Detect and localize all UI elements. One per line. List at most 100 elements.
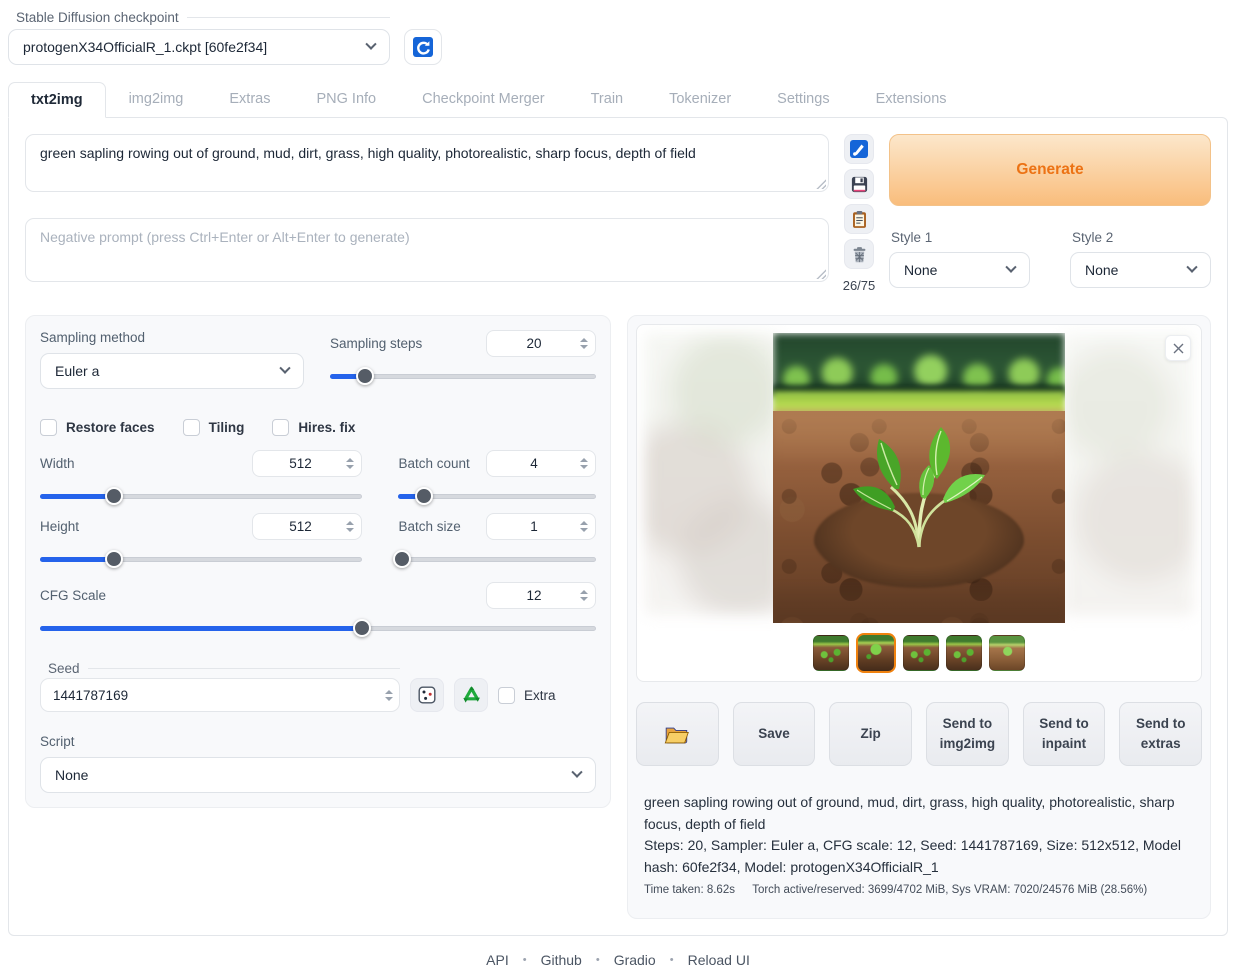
checkpoint-value: protogenX34OfficialR_1.ckpt [60fe2f34] (23, 39, 267, 55)
slider-thumb[interactable] (105, 487, 123, 505)
height-slider[interactable] (40, 550, 362, 568)
recycle-icon (461, 685, 482, 706)
chevron-down-icon (279, 363, 290, 374)
send-to-img2img-button[interactable]: Send to img2img (926, 702, 1009, 766)
styles-row: Style 1 None Style 2 None (889, 230, 1211, 288)
refresh-checkpoint-button[interactable] (404, 29, 442, 65)
save-style-button[interactable] (844, 169, 874, 199)
spinner-icons[interactable] (577, 451, 591, 476)
close-gallery-button[interactable] (1165, 335, 1191, 361)
spinner-icons[interactable] (577, 331, 591, 356)
batch-size-slider[interactable] (398, 550, 596, 568)
output-panel: Save Zip Send to img2img Send to inpaint… (627, 315, 1211, 919)
send-to-inpaint-button[interactable]: Send to inpaint (1023, 702, 1106, 766)
gallery-next-image[interactable] (1063, 333, 1193, 615)
cfg-scale-input[interactable]: 12 (486, 582, 596, 609)
tiling-checkbox[interactable]: Tiling (183, 419, 245, 436)
gallery-thumbnail[interactable] (946, 635, 982, 671)
tab-checkpoint-merger[interactable]: Checkpoint Merger (399, 81, 568, 117)
batch-count-label: Batch count (398, 456, 469, 471)
restore-faces-checkbox[interactable]: Restore faces (40, 419, 155, 436)
spinner-icons[interactable] (343, 451, 357, 476)
batch-count-slider[interactable] (398, 487, 596, 505)
apply-style-button[interactable] (844, 204, 874, 234)
style2-select[interactable]: None (1070, 252, 1211, 288)
settings-panel: Sampling method Euler a Sampling steps 2… (25, 315, 611, 808)
gallery-prev-image[interactable] (645, 333, 781, 615)
reuse-seed-button[interactable] (454, 678, 488, 712)
token-counter: 26/75 (843, 278, 876, 293)
batch-count-input[interactable]: 4 (486, 450, 596, 477)
chevron-down-icon (1186, 262, 1197, 273)
floppy-save-icon (850, 175, 869, 194)
batch-size-input[interactable]: 1 (486, 513, 596, 540)
output-actions: Save Zip Send to img2img Send to inpaint… (636, 702, 1202, 766)
tab-tokenizer[interactable]: Tokenizer (646, 81, 754, 117)
reload-ui-link[interactable]: Reload UI (688, 952, 750, 966)
clear-prompt-button[interactable] (844, 239, 874, 269)
bullet-separator: • (670, 954, 674, 966)
hires-fix-checkbox[interactable]: Hires. fix (272, 419, 355, 436)
style1-value: None (904, 262, 937, 278)
tab-train[interactable]: Train (568, 81, 647, 117)
spinner-icons[interactable] (577, 583, 591, 608)
style2-label: Style 2 (1070, 230, 1211, 245)
slider-thumb[interactable] (105, 550, 123, 568)
sampling-steps-input[interactable]: 20 (486, 330, 596, 357)
negative-prompt-input[interactable] (25, 218, 829, 282)
random-seed-button[interactable] (410, 678, 444, 712)
height-label: Height (40, 519, 79, 534)
tab-extras[interactable]: Extras (206, 81, 293, 117)
slider-thumb[interactable] (353, 619, 371, 637)
gallery-thumbnail[interactable] (813, 635, 849, 671)
gallery-thumbnail-selected[interactable] (856, 633, 896, 673)
zip-button[interactable]: Zip (829, 702, 912, 766)
slider-thumb[interactable] (356, 367, 374, 385)
slider-thumb[interactable] (393, 550, 411, 568)
sampling-steps-slider[interactable] (330, 367, 596, 385)
tab-img2img[interactable]: img2img (106, 81, 207, 117)
api-link[interactable]: API (486, 952, 509, 966)
clipboard-icon (850, 210, 869, 229)
width-label: Width (40, 456, 75, 471)
width-slider[interactable] (40, 487, 362, 505)
width-input[interactable]: 512 (252, 450, 362, 477)
save-button[interactable]: Save (733, 702, 816, 766)
spinner-icons[interactable] (577, 514, 591, 539)
tab-settings[interactable]: Settings (754, 81, 852, 117)
bullet-separator: • (596, 954, 600, 966)
prompt-input[interactable]: green sapling rowing out of ground, mud,… (25, 134, 829, 192)
checkbox-icon (40, 419, 57, 436)
checkpoint-group: Stable Diffusion checkpoint protogenX34O… (8, 10, 390, 65)
prompt-wrap: green sapling rowing out of ground, mud,… (25, 134, 829, 192)
send-to-extras-button[interactable]: Send to extras (1119, 702, 1202, 766)
checkpoint-select[interactable]: protogenX34OfficialR_1.ckpt [60fe2f34] (8, 29, 390, 65)
gradio-link[interactable]: Gradio (614, 952, 656, 966)
checkpoint-header: Stable Diffusion checkpoint protogenX34O… (8, 10, 1228, 65)
gallery-thumbnail[interactable] (903, 635, 939, 671)
height-input[interactable]: 512 (252, 513, 362, 540)
seed-input[interactable] (40, 678, 400, 712)
cfg-scale-slider[interactable] (40, 619, 596, 637)
generate-button[interactable]: Generate (889, 134, 1211, 206)
github-link[interactable]: Github (541, 952, 582, 966)
tab-png-info[interactable]: PNG Info (293, 81, 399, 117)
spinner-icons[interactable] (343, 514, 357, 539)
extra-seed-checkbox[interactable]: Extra (498, 687, 556, 704)
script-select[interactable]: None (40, 757, 596, 793)
seed-label: Seed (48, 661, 80, 676)
open-folder-button[interactable] (636, 702, 719, 766)
style1-select[interactable]: None (889, 252, 1030, 288)
sampling-method-select[interactable]: Euler a (40, 353, 304, 389)
spinner-icons[interactable] (382, 678, 396, 712)
seed-group: Seed (40, 661, 596, 712)
slider-thumb[interactable] (415, 487, 433, 505)
paste-params-button[interactable] (844, 134, 874, 164)
gallery-thumbnail[interactable] (989, 635, 1025, 671)
close-icon (1173, 343, 1184, 354)
generated-image[interactable] (773, 333, 1065, 623)
tab-txt2img[interactable]: txt2img (8, 82, 106, 118)
tab-extensions[interactable]: Extensions (853, 81, 970, 117)
cfg-scale-label: CFG Scale (40, 588, 106, 603)
info-time: Time taken: 8.62s (644, 884, 735, 896)
